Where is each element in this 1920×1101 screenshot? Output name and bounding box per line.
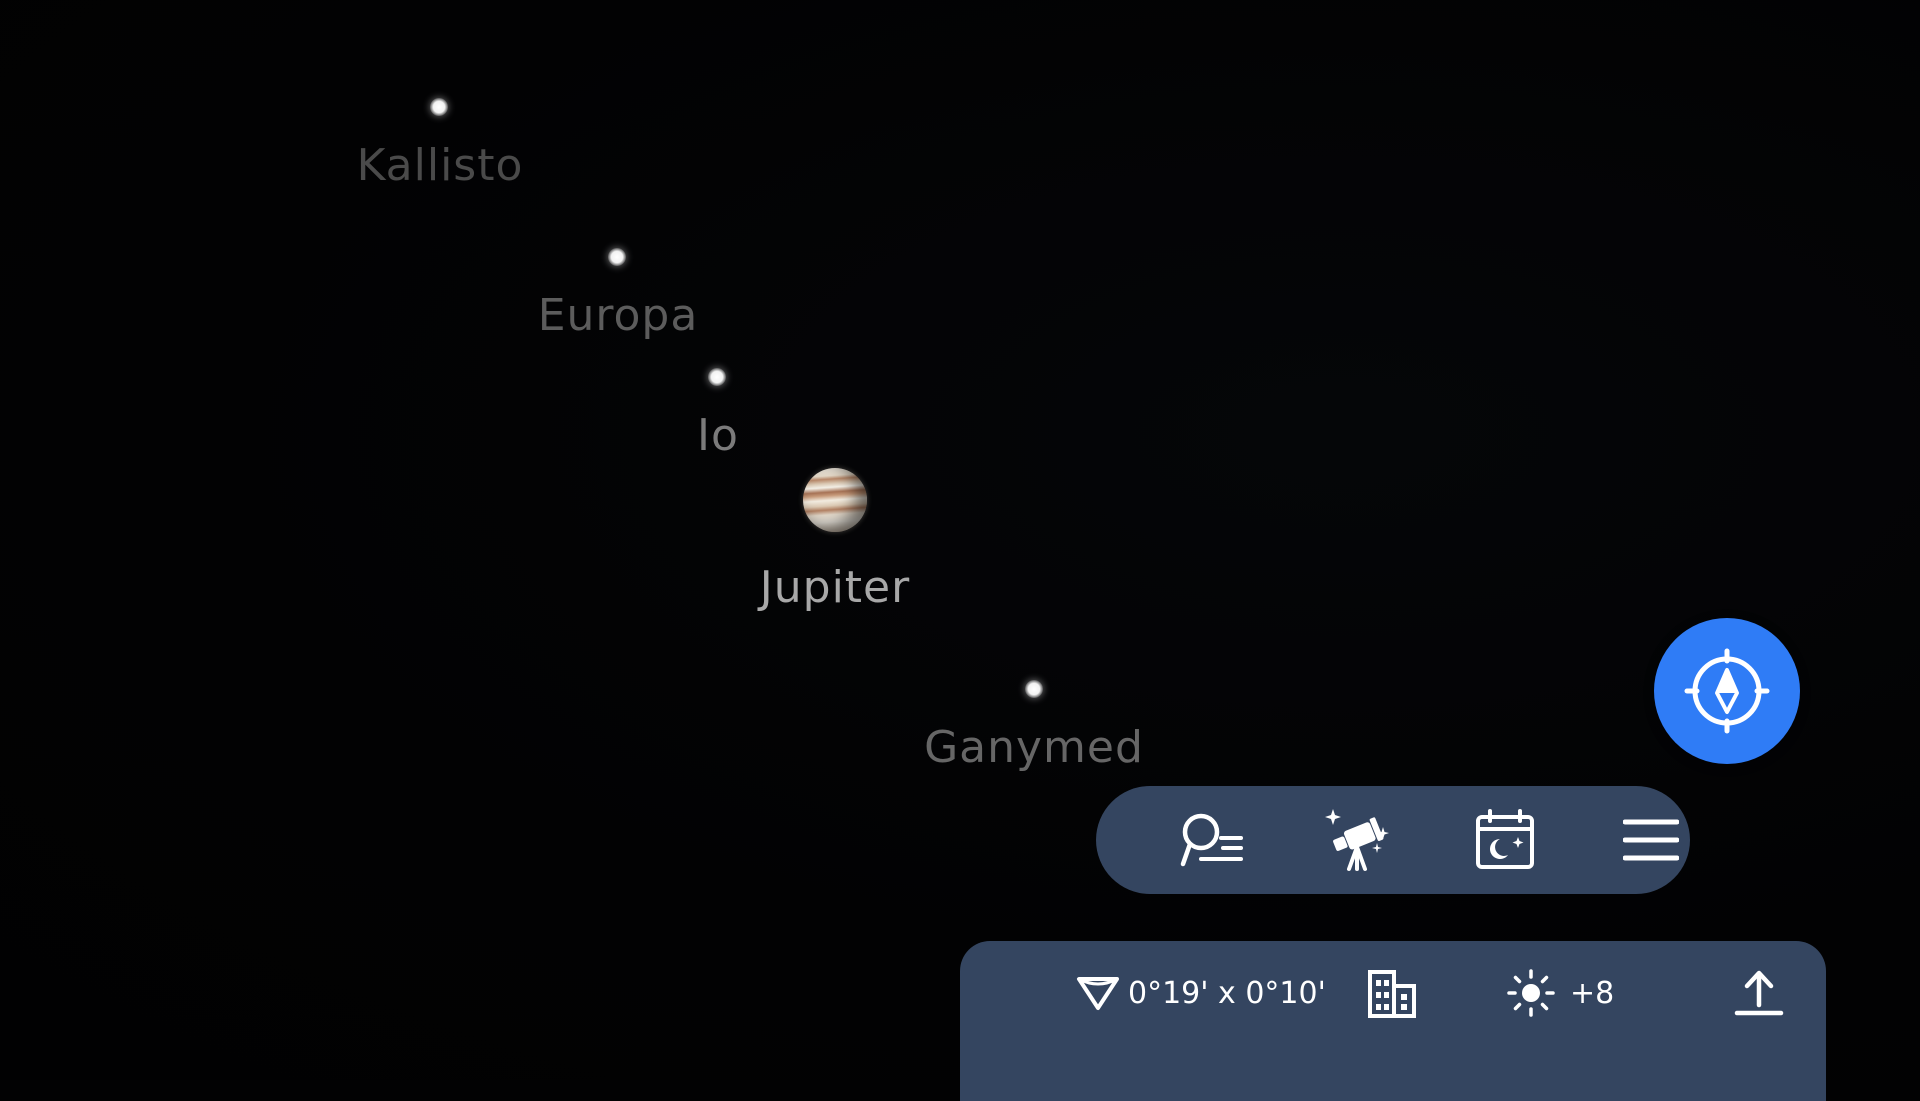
compass-icon bbox=[1684, 648, 1770, 734]
status-panel: 0°19' x 0°10' +8 bbox=[960, 941, 1826, 1101]
kallisto-label: Kallisto bbox=[356, 140, 524, 191]
menu-button[interactable] bbox=[1611, 800, 1691, 880]
compass-button[interactable] bbox=[1654, 618, 1800, 764]
search-list-icon bbox=[1180, 813, 1243, 867]
menu-icon bbox=[1623, 819, 1679, 861]
ganymed-label: Ganymed bbox=[924, 722, 1144, 773]
field-of-view-value: 0°19' x 0°10' bbox=[1128, 975, 1326, 1011]
calendar-button[interactable] bbox=[1465, 800, 1545, 880]
telescope-icon bbox=[1325, 809, 1389, 871]
buildings-icon bbox=[1368, 970, 1416, 1018]
night-calendar-icon bbox=[1476, 809, 1534, 869]
brightness-value: +8 bbox=[1570, 975, 1615, 1011]
sun-icon bbox=[1507, 969, 1555, 1017]
field-of-view-button[interactable]: 0°19' x 0°10' bbox=[1076, 965, 1326, 1021]
share-button[interactable] bbox=[1734, 965, 1784, 1021]
europa-marker[interactable] bbox=[608, 248, 626, 266]
sky-view[interactable]: Kallisto Europa Io Jupiter Ganymed bbox=[0, 0, 1920, 1080]
landscape-button[interactable] bbox=[1366, 965, 1418, 1021]
telescope-button[interactable] bbox=[1319, 800, 1399, 880]
search-button[interactable] bbox=[1173, 800, 1253, 880]
ganymed-marker[interactable] bbox=[1025, 680, 1043, 698]
io-label: Io bbox=[697, 410, 739, 461]
io-marker[interactable] bbox=[708, 368, 726, 386]
share-upload-icon bbox=[1734, 970, 1784, 1016]
jupiter-planet[interactable] bbox=[803, 468, 867, 532]
field-of-view-icon bbox=[1077, 977, 1119, 1010]
brightness-button[interactable]: +8 bbox=[1506, 965, 1614, 1021]
main-toolbar bbox=[1096, 786, 1690, 894]
jupiter-label: Jupiter bbox=[759, 562, 911, 613]
europa-label: Europa bbox=[537, 290, 699, 341]
kallisto-marker[interactable] bbox=[430, 98, 448, 116]
